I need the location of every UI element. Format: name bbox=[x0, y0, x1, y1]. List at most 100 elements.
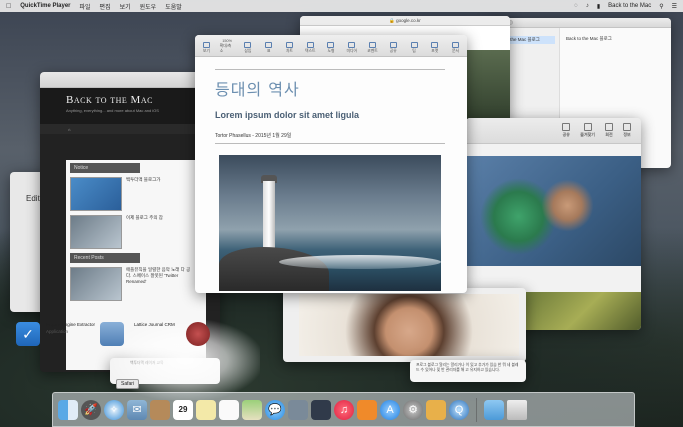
checkmark-app-icon[interactable]: ✓ bbox=[16, 322, 40, 346]
document-subtitle[interactable]: Lorem ipsum dolor sit amet ligula bbox=[215, 110, 445, 120]
launchpad-icon[interactable]: 🚀 bbox=[81, 399, 101, 420]
rotate-icon bbox=[605, 123, 613, 131]
gallery-favorite-button[interactable]: 즐겨찾기 bbox=[580, 123, 595, 138]
toolbar-shape-button[interactable]: 도형 bbox=[324, 42, 339, 54]
document-byline[interactable]: Tortor Phasellus - 2015년 1월 29일 bbox=[215, 132, 445, 139]
desktop-icon-caption: Mojave Engine Extractor bbox=[46, 322, 96, 327]
gallery-rotate-button[interactable]: 회전 bbox=[605, 123, 613, 138]
info-icon bbox=[623, 123, 631, 131]
document-icon bbox=[452, 42, 460, 48]
tips-icon bbox=[410, 42, 418, 48]
list-item[interactable]: 백투더맥 블로그가 bbox=[70, 177, 202, 211]
zoom-value: 150% bbox=[222, 39, 232, 43]
toolbar-comment-button[interactable]: 코멘트 bbox=[365, 42, 380, 54]
toolbar-zoom-button[interactable]: 150% 확대/축소 bbox=[220, 39, 235, 54]
contacts-icon[interactable] bbox=[150, 399, 170, 420]
menu-view[interactable]: 보기 bbox=[120, 2, 131, 11]
menu-edit[interactable]: 편집 bbox=[100, 2, 111, 11]
toolbar-tips-button[interactable]: 팁 bbox=[407, 42, 422, 54]
share-icon bbox=[389, 42, 397, 48]
dock: 🚀 ✧ ✉ 29 💬 ♫ A ⚙ Q bbox=[52, 392, 635, 427]
star-icon bbox=[583, 123, 592, 131]
photo-child[interactable] bbox=[299, 294, 519, 356]
address-bar[interactable]: 🔒 google.co.kr bbox=[300, 16, 510, 26]
post-title[interactable]: 백투더맥 블로그가 bbox=[126, 177, 196, 211]
toolbar-format-button[interactable]: 포맷 bbox=[427, 42, 442, 54]
post-title[interactable]: 애플뮤직을 일렬한 음악 노래 다 공 다. 스페이스 잘못된 'Twitter… bbox=[126, 267, 196, 301]
toolbar-text-button[interactable]: 텍스트 bbox=[303, 42, 318, 54]
pages-document-window[interactable]: 보기 150% 확대/축소 삽입 표 차트 텍스트 도형 미디어 코멘트 공유 팁… bbox=[195, 35, 467, 293]
menu-bar:  QuickTime Player 파일 편집 보기 윈도우 도움말 ◌ ♪ … bbox=[0, 0, 683, 12]
itunes-icon[interactable]: ♫ bbox=[334, 399, 354, 420]
comment-icon bbox=[369, 42, 376, 48]
gallery-info-button[interactable]: 정보 bbox=[623, 123, 631, 138]
document-body[interactable]: 등대의 역사 Lorem ipsum dolor sit amet ligula… bbox=[215, 69, 445, 144]
section-recent: Recent Posts bbox=[70, 253, 140, 263]
photo-grass[interactable] bbox=[526, 292, 641, 330]
messages-icon[interactable]: 💬 bbox=[265, 399, 285, 420]
lighthouse-photo[interactable] bbox=[219, 155, 441, 291]
reminders-icon[interactable] bbox=[219, 399, 239, 420]
post-thumbnail[interactable] bbox=[70, 177, 122, 211]
appstore-icon[interactable]: A bbox=[380, 399, 400, 420]
section-notice: Notice bbox=[70, 163, 140, 173]
list-item[interactable]: 애플뮤직을 일렬한 음악 노래 다 공 다. 스페이스 잘못된 'Twitter… bbox=[70, 267, 202, 301]
url-text: google.co.kr bbox=[396, 18, 421, 23]
apple-menu-icon[interactable]:  bbox=[6, 3, 11, 10]
red-app-icon[interactable] bbox=[186, 322, 210, 346]
desktop-icon-sub: Application bbox=[46, 329, 69, 334]
photobooth-icon[interactable] bbox=[311, 399, 331, 420]
photo-girl-science[interactable] bbox=[466, 156, 641, 266]
photo-child-window[interactable] bbox=[283, 288, 526, 362]
right-window-title: Back to the Mac 블로그 bbox=[566, 36, 612, 41]
safari-icon[interactable]: ✧ bbox=[104, 399, 124, 420]
gallery-toolbar: 공유 즐겨찾기 회전 정보 bbox=[466, 118, 641, 144]
gallery-share-button[interactable]: 공유 bbox=[562, 123, 571, 138]
folder-icon[interactable] bbox=[484, 399, 504, 420]
maps-icon[interactable] bbox=[242, 399, 262, 420]
post-thumbnail[interactable] bbox=[70, 215, 122, 249]
toolbar-document-button[interactable]: 문서 bbox=[448, 42, 463, 54]
table-icon bbox=[265, 42, 273, 48]
trash-icon[interactable] bbox=[507, 399, 527, 420]
user-menu[interactable]: Back to the Mac bbox=[608, 3, 651, 9]
mail-icon[interactable]: ✉ bbox=[127, 399, 147, 420]
bottom-doc-text: 프로그 블로그 알리는 알리거나 이 있고 추가가 있습 한 뭐 네 블레드 수… bbox=[416, 363, 519, 372]
chart-icon bbox=[285, 42, 293, 48]
toolbar-view-button[interactable]: 보기 bbox=[199, 42, 214, 54]
volume-icon[interactable]: ♪ bbox=[586, 3, 589, 9]
menu-file[interactable]: 파일 bbox=[80, 2, 91, 11]
toolbar-chart-button[interactable]: 차트 bbox=[282, 42, 297, 54]
wifi-icon[interactable]: ◌ bbox=[574, 3, 578, 9]
toolbar-table-button[interactable]: 표 bbox=[261, 42, 276, 54]
document-title[interactable]: 등대의 역사 bbox=[215, 76, 445, 100]
text-icon bbox=[306, 42, 314, 48]
bottom-doc-strip: 프로그 블로그 알리는 알리거나 이 있고 추가가 있습 한 뭐 네 블레드 수… bbox=[410, 360, 526, 382]
search-icon[interactable]: ⚲ bbox=[659, 3, 663, 10]
post-title[interactable]: 이제 블로그 주의 잠 bbox=[126, 215, 196, 249]
preferences-icon[interactable]: ⚙ bbox=[403, 399, 423, 420]
menu-window[interactable]: 윈도우 bbox=[140, 2, 157, 11]
home-icon[interactable]: ⌂ bbox=[68, 127, 70, 132]
sidebar-icon bbox=[202, 42, 210, 48]
shape-icon bbox=[327, 42, 335, 48]
post-thumbnail[interactable] bbox=[70, 267, 122, 301]
blog-nav: ⌂ bbox=[40, 124, 220, 134]
dock-tooltip: Safari bbox=[116, 379, 140, 389]
quicktime-icon[interactable]: Q bbox=[449, 399, 469, 420]
toolbar-share-button[interactable]: 공유 bbox=[386, 42, 401, 54]
facetime-icon[interactable] bbox=[288, 399, 308, 420]
battery-icon[interactable]: ▮ bbox=[597, 3, 600, 10]
pages-icon[interactable] bbox=[426, 399, 446, 420]
finder-icon[interactable] bbox=[58, 399, 78, 420]
list-icon[interactable]: ☰ bbox=[672, 3, 677, 10]
calendar-icon[interactable]: 29 bbox=[173, 399, 193, 420]
toolbar-insert-button[interactable]: 삽입 bbox=[241, 42, 256, 54]
menu-help[interactable]: 도움말 bbox=[165, 2, 182, 11]
notes-icon[interactable] bbox=[196, 399, 216, 420]
ibooks-icon[interactable] bbox=[357, 399, 377, 420]
list-item[interactable]: 이제 블로그 주의 잠 bbox=[70, 215, 202, 249]
app-menu[interactable]: QuickTime Player bbox=[20, 3, 70, 9]
contacts-book-icon[interactable] bbox=[100, 322, 124, 346]
toolbar-media-button[interactable]: 미디어 bbox=[344, 42, 359, 54]
